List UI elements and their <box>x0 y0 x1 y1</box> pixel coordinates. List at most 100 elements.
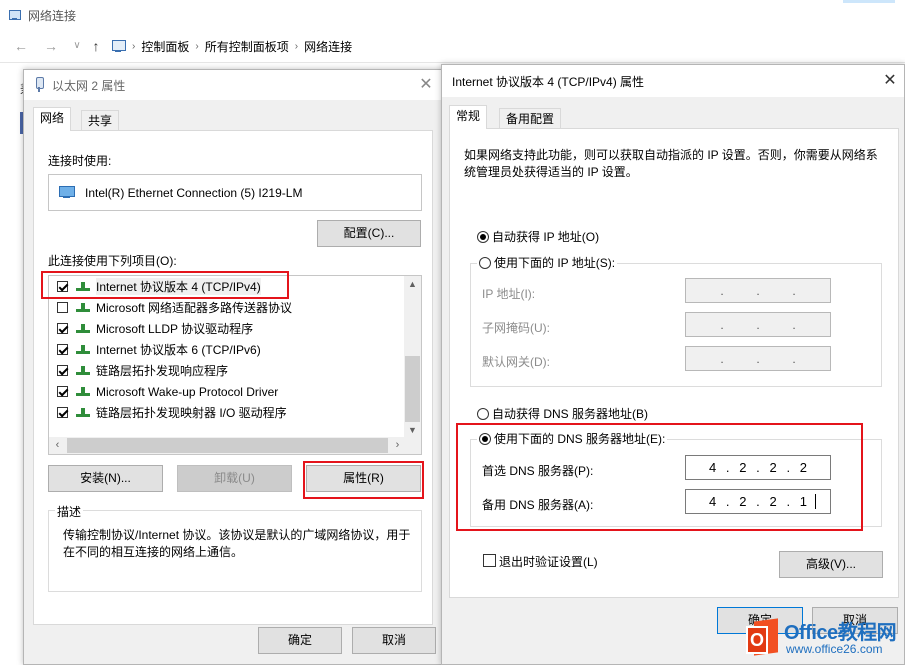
radio-button[interactable] <box>477 231 489 243</box>
item-label: Microsoft Wake-up Protocol Driver <box>96 385 278 399</box>
gateway-label: 默认网关(D): <box>482 353 550 370</box>
item-label: Internet 协议版本 6 (TCP/IPv6) <box>96 341 261 358</box>
scroll-left-icon[interactable]: ‹ <box>49 437 66 454</box>
item-label: Microsoft 网络适配器多路传送器协议 <box>96 299 292 316</box>
breadcrumb-control-panel[interactable]: 控制面板 <box>141 38 189 55</box>
description-text: 传输控制协议/Internet 协议。该协议是默认的广域网络协议，用于在不同的相… <box>63 527 413 561</box>
auto-dns-label: 自动获得 DNS 服务器地址(B) <box>492 405 648 422</box>
install-button[interactable]: 安装(N)... <box>48 465 163 492</box>
list-item[interactable]: Microsoft LLDP 协议驱动程序 <box>49 318 403 339</box>
configure-button[interactable]: 配置(C)... <box>317 220 421 247</box>
recent-locations-icon[interactable]: ∨ <box>68 36 86 56</box>
dialog-title: 以太网 2 属性 <box>52 77 125 94</box>
tab-network[interactable]: 网络 <box>33 107 71 131</box>
explorer-title-bar: 网络连接 <box>8 4 76 26</box>
description-legend: 描述 <box>55 503 83 520</box>
network-component-icon <box>76 366 90 376</box>
breadcrumb-separator-icon: › <box>295 41 298 52</box>
office-logo-icon: O <box>744 618 782 658</box>
list-item[interactable]: 链路层拓扑发现映射器 I/O 驱动程序 <box>49 402 403 423</box>
network-component-icon <box>76 408 90 418</box>
scroll-thumb[interactable] <box>405 356 420 422</box>
advanced-button[interactable]: 高级(V)... <box>779 551 883 578</box>
connect-using-label: 连接时使用: <box>48 152 111 169</box>
address-bar[interactable]: › 控制面板 › 所有控制面板项 › 网络连接 <box>110 34 905 58</box>
list-item[interactable]: Microsoft 网络适配器多路传送器协议 <box>49 297 403 318</box>
up-arrow-icon[interactable]: ↑ <box>87 36 105 56</box>
manual-ip-label: 使用下面的 IP 地址(S): <box>494 254 615 271</box>
watermark-url: www.office26.com <box>786 642 883 656</box>
network-component-icon <box>76 303 90 313</box>
item-checkbox[interactable] <box>57 302 68 313</box>
validate-label: 退出时验证设置(L) <box>499 553 598 570</box>
divider <box>0 62 905 63</box>
scroll-thumb[interactable] <box>67 438 388 453</box>
item-checkbox[interactable] <box>57 365 68 376</box>
auto-dns-radio[interactable]: 自动获得 DNS 服务器地址(B) <box>477 405 648 422</box>
item-label: 链路层拓扑发现响应程序 <box>96 362 228 379</box>
cancel-button[interactable]: 取消 <box>352 627 436 654</box>
item-checkbox[interactable] <box>57 407 68 418</box>
radio-button[interactable] <box>477 408 489 420</box>
nic-icon <box>59 186 75 199</box>
subnet-mask-label: 子网掩码(U): <box>482 319 550 336</box>
breadcrumb-network-connections[interactable]: 网络连接 <box>304 38 352 55</box>
manual-ip-radio[interactable]: 使用下面的 IP 地址(S): <box>477 254 617 271</box>
highlight-dns-group <box>456 423 863 531</box>
item-checkbox[interactable] <box>57 323 68 334</box>
tab-alternate-config[interactable]: 备用配置 <box>499 108 561 130</box>
item-label: Microsoft LLDP 协议驱动程序 <box>96 320 253 337</box>
dialog-title-bar: Internet 协议版本 4 (TCP/IPv4) 属性 <box>442 65 904 97</box>
adapter-name-box: Intel(R) Ethernet Connection (5) I219-LM <box>48 174 422 211</box>
gateway-field[interactable]: . . . <box>685 346 831 371</box>
close-icon[interactable]: ✕ <box>878 70 902 92</box>
ip-address-group: 使用下面的 IP 地址(S): IP 地址(I): . . . 子网掩码(U):… <box>470 263 882 387</box>
items-listbox[interactable]: Internet 协议版本 4 (TCP/IPv4) Microsoft 网络适… <box>48 275 422 455</box>
ethernet-properties-dialog: 以太网 2 属性 ✕ 网络 共享 连接时使用: Intel(R) Etherne… <box>23 69 443 665</box>
auto-ip-radio[interactable]: 自动获得 IP 地址(O) <box>477 228 599 245</box>
horizontal-scrollbar[interactable]: ‹ › <box>49 437 406 454</box>
adapter-name: Intel(R) Ethernet Connection (5) I219-LM <box>85 186 302 200</box>
item-label: 链路层拓扑发现映射器 I/O 驱动程序 <box>96 404 287 421</box>
ip-address-field[interactable]: . . . <box>685 278 831 303</box>
scroll-up-icon[interactable]: ▲ <box>404 276 421 293</box>
item-checkbox[interactable] <box>57 344 68 355</box>
dialog-title-bar: 以太网 2 属性 <box>24 70 442 100</box>
uninstall-button[interactable]: 卸载(U) <box>177 465 292 492</box>
titlebar-accent <box>843 0 895 3</box>
watermark: O Office教程网 www.office26.com <box>738 612 905 665</box>
ok-button[interactable]: 确定 <box>258 627 342 654</box>
breadcrumb-all-items[interactable]: 所有控制面板项 <box>205 38 289 55</box>
ipv4-properties-dialog: Internet 协议版本 4 (TCP/IPv4) 属性 ✕ 常规 备用配置 … <box>441 64 905 665</box>
item-checkbox[interactable] <box>57 386 68 397</box>
ip-address-label: IP 地址(I): <box>482 285 535 302</box>
control-panel-icon <box>110 39 126 53</box>
tab-sharing[interactable]: 共享 <box>81 110 119 132</box>
scroll-corner <box>404 437 421 454</box>
radio-button[interactable] <box>479 257 491 269</box>
network-connections-icon <box>8 8 22 22</box>
vertical-scrollbar[interactable]: ▲ ▼ <box>404 276 421 439</box>
validate-checkbox[interactable] <box>483 554 496 567</box>
highlight-ipv4-item <box>41 271 289 299</box>
explorer-title: 网络连接 <box>28 7 76 24</box>
items-label: 此连接使用下列项目(O): <box>48 252 177 269</box>
subnet-mask-field[interactable]: . . . <box>685 312 831 337</box>
network-adapter-icon <box>34 77 44 93</box>
network-component-icon <box>76 345 90 355</box>
list-item[interactable]: Internet 协议版本 6 (TCP/IPv6) <box>49 339 403 360</box>
back-arrow-icon[interactable]: ← <box>12 36 30 56</box>
tab-general[interactable]: 常规 <box>449 105 487 129</box>
breadcrumb-separator-icon: › <box>132 41 135 52</box>
close-icon[interactable]: ✕ <box>414 74 438 96</box>
forward-arrow-icon[interactable]: → <box>42 36 60 56</box>
tab-panel-network: 连接时使用: Intel(R) Ethernet Connection (5) … <box>33 130 433 625</box>
highlight-properties-button <box>303 461 424 499</box>
description-group: 描述 传输控制协议/Internet 协议。该协议是默认的广域网络协议，用于在不… <box>48 510 422 592</box>
list-item[interactable]: 链路层拓扑发现响应程序 <box>49 360 403 381</box>
network-component-icon <box>76 324 90 334</box>
network-component-icon <box>76 387 90 397</box>
breadcrumb-separator-icon: › <box>195 41 198 52</box>
intro-text: 如果网络支持此功能，则可以获取自动指派的 IP 设置。否则，你需要从网络系统管理… <box>464 147 884 181</box>
list-item[interactable]: Microsoft Wake-up Protocol Driver <box>49 381 403 402</box>
